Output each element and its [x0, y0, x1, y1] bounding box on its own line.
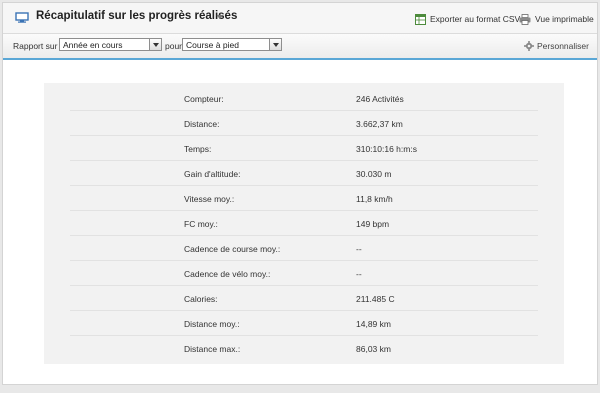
print-view-link[interactable]: Vue imprimable — [519, 12, 594, 26]
period-select[interactable]: Année en cours — [59, 38, 162, 51]
activity-select[interactable]: Course à pied — [182, 38, 282, 51]
print-view-label: Vue imprimable — [535, 14, 594, 24]
chevron-down-icon — [269, 39, 281, 50]
stat-value: 3.662,37 km — [356, 119, 403, 129]
stat-label: Cadence de course moy.: — [184, 244, 281, 254]
stat-row: Compteur: 246 Activités — [70, 86, 538, 111]
stat-row: Vitesse moy.: 11,8 km/h — [70, 186, 538, 211]
export-csv-label: Exporter au format CSV — [430, 14, 521, 24]
report-toolbar: Rapport sur Année en cours pour Course à… — [3, 33, 597, 60]
chevron-down-icon — [149, 39, 161, 50]
stat-row: Distance: 3.662,37 km — [70, 111, 538, 136]
stat-label: Temps: — [184, 144, 212, 154]
period-select-value: Année en cours — [63, 40, 123, 50]
export-csv-link[interactable]: Exporter au format CSV — [415, 12, 520, 26]
stat-value: -- — [356, 269, 362, 279]
panel-header: Récapitulatif sur les progrès réalisés E… — [3, 3, 597, 33]
customize-label: Personnaliser — [537, 41, 589, 51]
stat-label: Cadence de vélo moy.: — [184, 269, 271, 279]
chevron-down-icon[interactable] — [216, 14, 224, 20]
stat-row: Gain d'altitude: 30.030 m — [70, 161, 538, 186]
stat-label: Distance max.: — [184, 344, 241, 354]
stat-row: Cadence de course moy.: -- — [70, 236, 538, 261]
stat-label: FC moy.: — [184, 219, 218, 229]
activity-select-value: Course à pied — [186, 40, 239, 50]
stat-value: -- — [356, 244, 362, 254]
stat-label: Distance moy.: — [184, 319, 240, 329]
stat-value: 149 bpm — [356, 219, 390, 229]
stat-label: Calories: — [184, 294, 218, 304]
stat-row: Distance moy.: 14,89 km — [70, 311, 538, 336]
stat-value: 30.030 m — [356, 169, 392, 179]
monitor-icon — [15, 12, 29, 23]
stat-value: 86,03 km — [356, 344, 391, 354]
printer-icon — [519, 13, 531, 25]
report-label: Rapport sur — [13, 41, 58, 51]
stat-row: Temps: 310:10:16 h:m:s — [70, 136, 538, 161]
stat-row: FC moy.: 149 bpm — [70, 211, 538, 236]
stat-row: Cadence de vélo moy.: -- — [70, 261, 538, 286]
page-title: Récapitulatif sur les progrès réalisés — [36, 10, 238, 22]
spreadsheet-icon — [415, 13, 426, 25]
progress-summary-panel: Récapitulatif sur les progrès réalisés E… — [2, 2, 598, 385]
gear-icon — [524, 41, 534, 51]
stat-label: Compteur: — [184, 94, 224, 104]
customize-button[interactable]: Personnaliser — [524, 41, 589, 51]
stat-value: 246 Activités — [356, 94, 404, 104]
stat-row: Calories: 211.485 C — [70, 286, 538, 311]
stat-value: 211.485 C — [356, 294, 395, 304]
stats-table: Compteur: 246 Activités Distance: 3.662,… — [44, 83, 564, 364]
stat-label: Vitesse moy.: — [184, 194, 235, 204]
for-label: pour — [165, 41, 183, 51]
stat-row: Distance max.: 86,03 km — [70, 336, 538, 361]
stat-label: Gain d'altitude: — [184, 169, 241, 179]
stat-value: 14,89 km — [356, 319, 391, 329]
stat-value: 11,8 km/h — [356, 194, 393, 204]
stat-label: Distance: — [184, 119, 220, 129]
stat-value: 310:10:16 h:m:s — [356, 144, 417, 154]
